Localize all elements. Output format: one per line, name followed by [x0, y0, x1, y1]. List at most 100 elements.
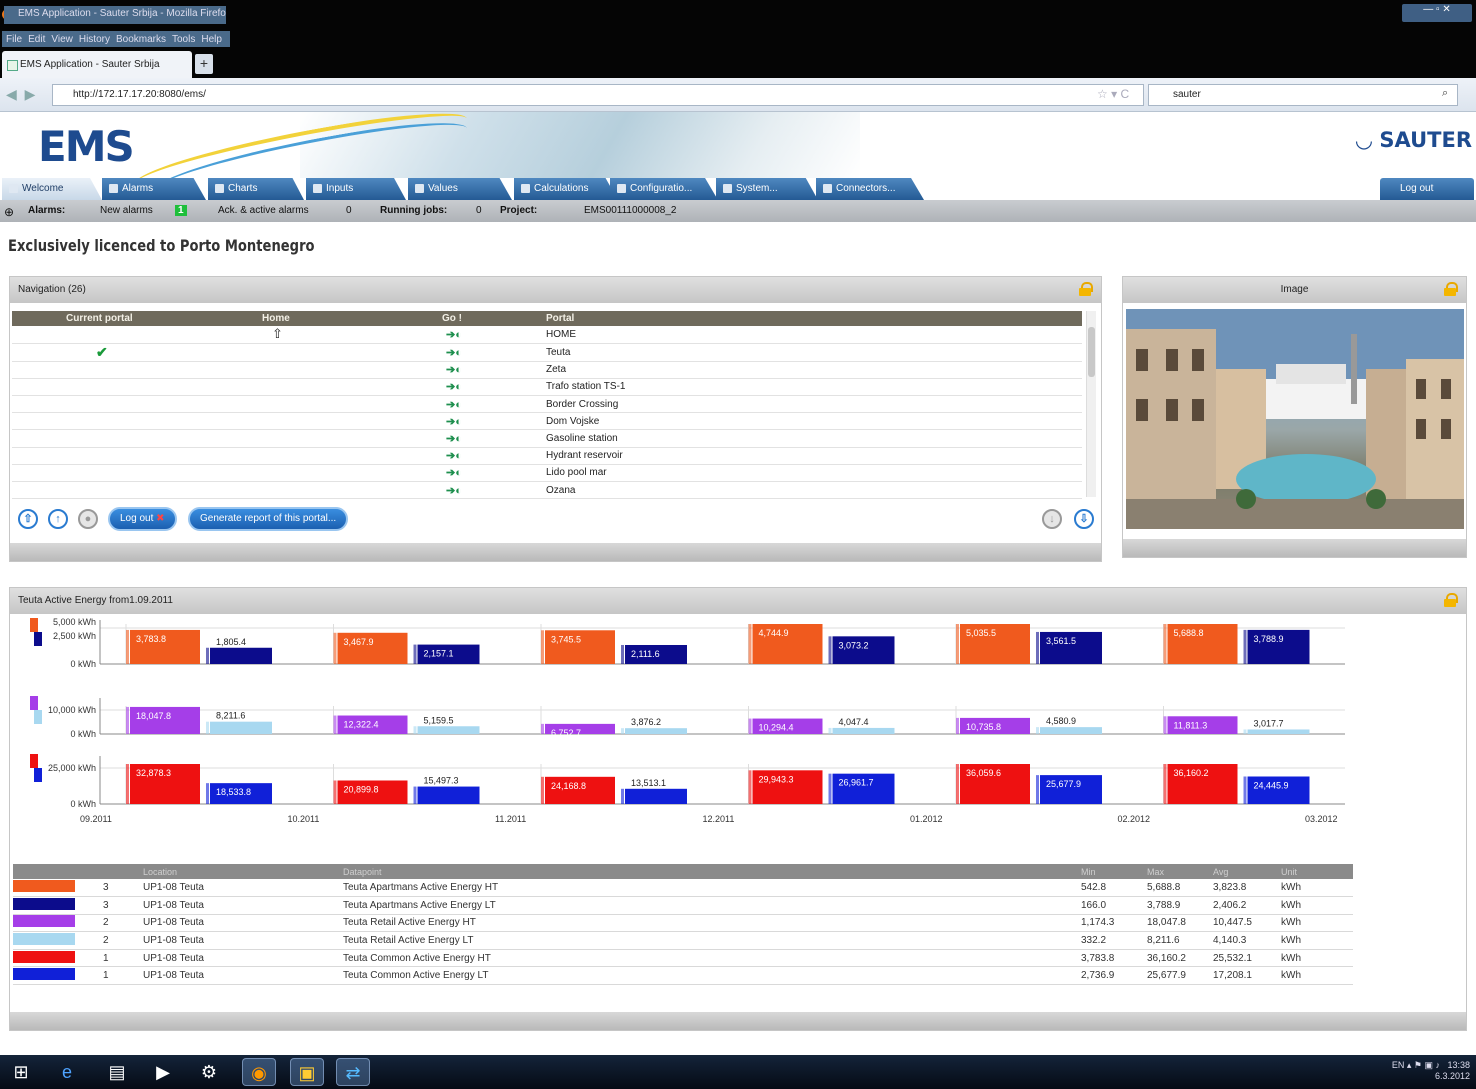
bar[interactable] [1247, 729, 1310, 734]
next-page-grey-icon[interactable]: ↓ [1042, 509, 1062, 529]
menu-item-history[interactable]: History [79, 34, 110, 45]
portal-name[interactable]: Border Crossing [546, 395, 1082, 414]
portal-row[interactable]: ➔◐ Border Crossing [12, 395, 1082, 414]
portal-row[interactable]: ⇧ ➔◐ HOME [12, 326, 1082, 344]
logout-tab[interactable]: Log out [1380, 178, 1474, 200]
portal-name[interactable]: Hydrant reservoir [546, 447, 1082, 465]
app-icon[interactable]: ⚙ [192, 1058, 226, 1086]
portal-row[interactable]: ➔◐ Zeta [12, 361, 1082, 379]
go-icon[interactable]: ➔◐ [442, 481, 546, 500]
bar[interactable] [625, 788, 687, 804]
home-cell[interactable] [262, 361, 442, 379]
bar[interactable] [1040, 727, 1102, 734]
home-cell[interactable] [262, 481, 442, 500]
home-round-icon[interactable]: ● [78, 509, 98, 529]
portal-name[interactable]: Zeta [546, 361, 1082, 379]
tab-system[interactable]: System... [716, 178, 818, 200]
lock-icon[interactable] [1079, 282, 1093, 296]
start-button-icon[interactable]: ⊞ [4, 1058, 38, 1086]
legend-row[interactable]: 2 UP1-08 Teuta Teuta Retail Active Energy … [13, 931, 1353, 950]
scrollbar-thumb[interactable] [1088, 327, 1095, 377]
ack-alarms-label[interactable]: Ack. & active alarms [218, 205, 309, 216]
home-cell[interactable] [262, 429, 442, 448]
portal-name[interactable]: Teuta [546, 343, 1082, 362]
language-indicator[interactable]: EN [1392, 1060, 1405, 1070]
portal-name[interactable]: Gasoline station [546, 429, 1082, 448]
legend-row[interactable]: 3 UP1-08 Teuta Teuta Apartmans Active Ener… [13, 896, 1353, 915]
bar[interactable] [832, 727, 895, 734]
portal-name[interactable]: Dom Vojske [546, 412, 1082, 431]
portal-row[interactable]: ➔◐ Dom Vojske [12, 412, 1082, 431]
last-page-icon[interactable]: ⇩ [1074, 509, 1094, 529]
go-icon[interactable]: ➔◐ [442, 361, 546, 379]
tab-charts[interactable]: Charts [208, 178, 304, 200]
home-cell[interactable] [262, 395, 442, 414]
menu-item-edit[interactable]: Edit [28, 34, 45, 45]
bar[interactable] [210, 721, 272, 734]
menu-item-view[interactable]: View [51, 34, 73, 45]
go-icon[interactable]: ➔◐ [442, 412, 546, 431]
explorer-icon[interactable]: ▤ [100, 1058, 134, 1086]
bar[interactable] [417, 726, 480, 734]
go-icon[interactable]: ➔◐ [442, 326, 546, 344]
go-icon[interactable]: ➔◐ [442, 395, 546, 414]
portal-row[interactable]: ➔◐ Ozana [12, 481, 1082, 500]
bookmark-star-icon[interactable]: ☆ ▾ C [1097, 87, 1129, 101]
tab-values[interactable]: Values [408, 178, 512, 200]
generate-report-button[interactable]: Generate report of this portal... [188, 507, 349, 531]
menu-item-file[interactable]: File [6, 34, 22, 45]
url-field[interactable]: http://172.17.17.20:8080/ems/ [52, 84, 1144, 106]
new-alarms-label[interactable]: New alarms [100, 205, 153, 216]
menu-item-help[interactable]: Help [201, 34, 222, 45]
window-controls[interactable]: — ▫ ✕ [1402, 4, 1472, 22]
menu-item-bookmarks[interactable]: Bookmarks [116, 34, 166, 45]
home-cell[interactable] [262, 447, 442, 465]
go-icon[interactable]: ➔◐ [442, 343, 546, 362]
ie-icon[interactable]: e [50, 1058, 84, 1086]
go-icon[interactable]: ➔◐ [442, 429, 546, 448]
bar[interactable] [417, 786, 480, 804]
portal-name[interactable]: Trafo station TS-1 [546, 378, 1082, 397]
home-cell[interactable] [262, 378, 442, 397]
legend-row[interactable]: 1 UP1-08 Teuta Teuta Common Active Energy … [13, 966, 1353, 986]
bar[interactable] [210, 647, 272, 664]
tab-welcome[interactable]: Welcome [2, 178, 102, 200]
home-cell[interactable] [262, 464, 442, 483]
back-forward-icon[interactable]: ◀ ▶ [6, 86, 37, 103]
go-icon[interactable]: ➔◐ [442, 447, 546, 465]
menu-item-tools[interactable]: Tools [172, 34, 195, 45]
tab-connectors[interactable]: Connectors... [816, 178, 924, 200]
portal-row[interactable]: ➔◐ Lido pool mar [12, 464, 1082, 483]
home-cell[interactable]: ⇧ [262, 326, 442, 344]
window-task-icon[interactable]: ▣ [290, 1058, 324, 1086]
portal-row[interactable]: ➔◐ Hydrant reservoir [12, 447, 1082, 465]
pin-icon[interactable]: ⊕ [4, 205, 14, 219]
go-icon[interactable]: ➔◐ [442, 378, 546, 397]
portal-scrollbar[interactable] [1086, 311, 1096, 497]
browser-tab[interactable]: EMS Application - Sauter Srbija [2, 51, 192, 78]
portal-name[interactable]: Ozana [546, 481, 1082, 500]
search-icon[interactable]: ⌕ [1442, 87, 1448, 100]
lock-icon[interactable] [1444, 593, 1458, 607]
tab-calculations[interactable]: Calculations [514, 178, 618, 200]
go-icon[interactable]: ➔◐ [442, 464, 546, 483]
portal-row[interactable]: ✔ ➔◐ Teuta [12, 343, 1082, 362]
tab-inputs[interactable]: Inputs [306, 178, 406, 200]
logout-button[interactable]: Log out ✖ [108, 507, 177, 531]
legend-row[interactable]: 1 UP1-08 Teuta Teuta Common Active Energy … [13, 949, 1353, 968]
home-cell[interactable] [262, 343, 442, 362]
clock-date[interactable]: 6.3.2012 [1435, 1071, 1470, 1081]
media-icon[interactable]: ▶ [146, 1058, 180, 1086]
portal-row[interactable]: ➔◐ Gasoline station [12, 429, 1082, 448]
portal-name[interactable]: Lido pool mar [546, 464, 1082, 483]
new-tab-button[interactable]: + [195, 54, 213, 74]
teamviewer-task-icon[interactable]: ⇄ [336, 1058, 370, 1086]
new-alarms-badge[interactable]: 1 [175, 205, 187, 216]
legend-row[interactable]: 2 UP1-08 Teuta Teuta Retail Active Energy … [13, 914, 1353, 933]
lock-icon[interactable] [1444, 282, 1458, 296]
clock-time[interactable]: 13:38 [1447, 1060, 1470, 1070]
previous-page-icon[interactable]: ↑ [48, 509, 68, 529]
legend-row[interactable]: 3 UP1-08 Teuta Teuta Apartmans Active Ener… [13, 879, 1353, 898]
search-field[interactable]: sauter [1148, 84, 1458, 106]
bar[interactable] [625, 728, 687, 734]
